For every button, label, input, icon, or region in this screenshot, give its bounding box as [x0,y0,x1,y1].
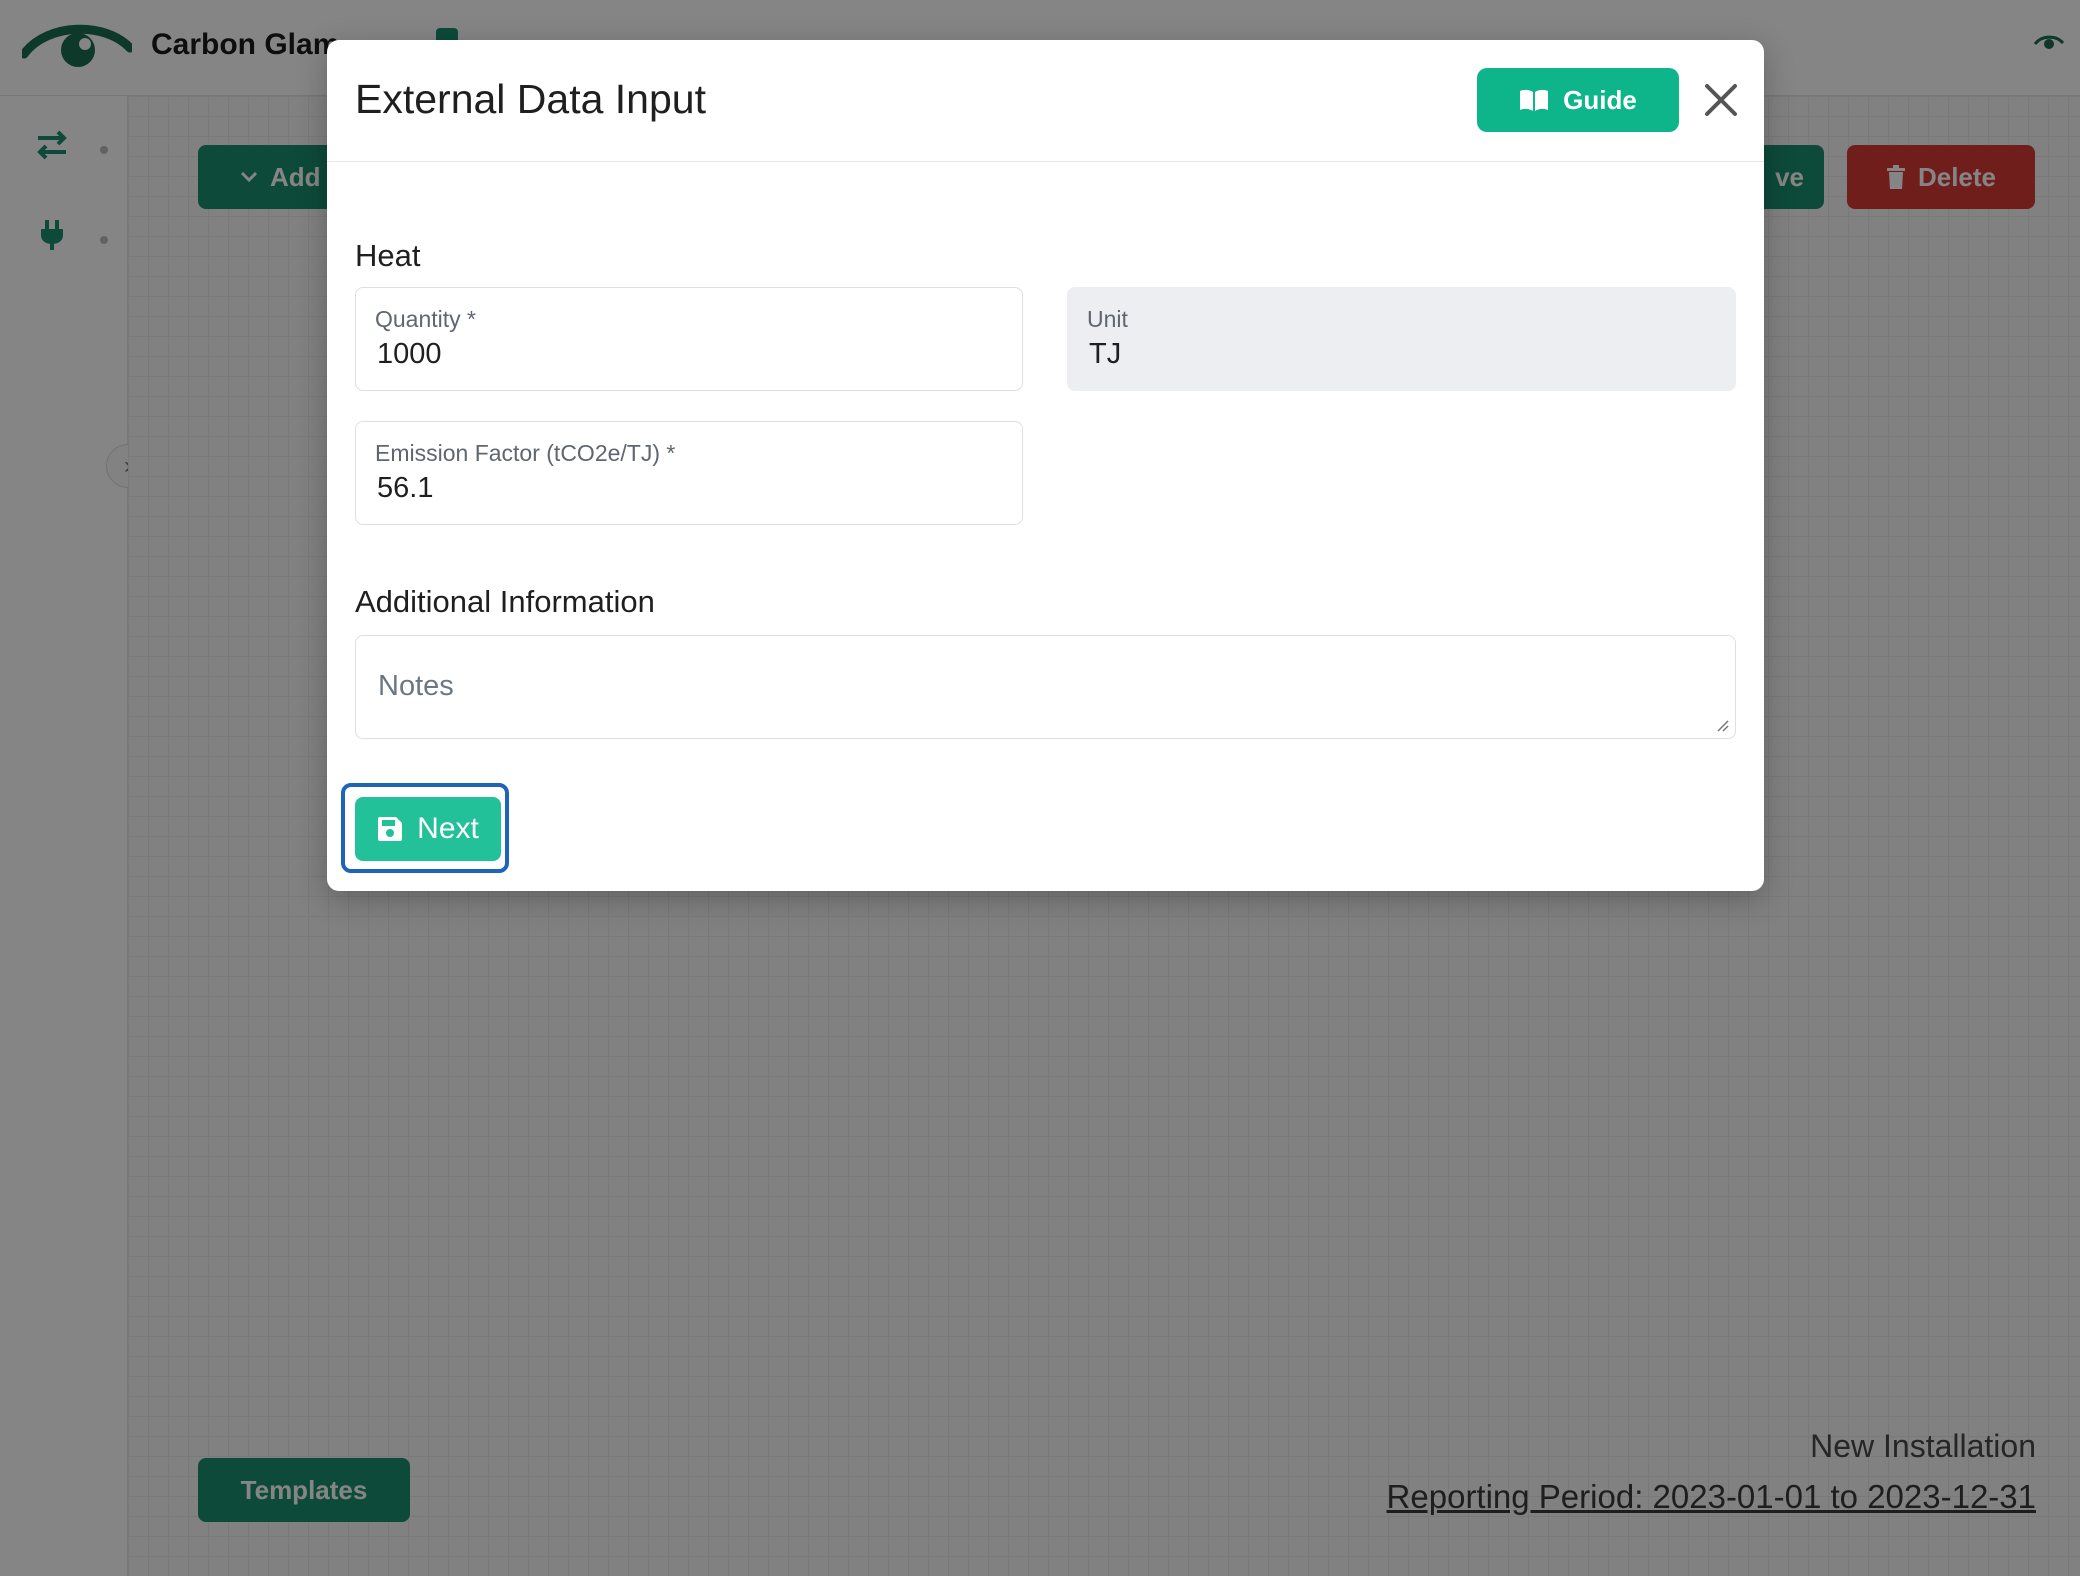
unit-field: Unit TJ [1067,287,1736,391]
next-button-label: Next [417,812,479,845]
modal-title: External Data Input [355,76,706,122]
quantity-field[interactable]: Quantity * 1000 [355,287,1023,391]
quantity-value[interactable]: 1000 [377,338,442,371]
additional-information-title: Additional Information [355,584,655,619]
guide-button[interactable]: Guide [1477,68,1679,132]
emission-factor-label: Emission Factor (tCO2e/TJ) * [375,440,676,466]
heat-section-title: Heat [355,238,421,273]
quantity-label: Quantity * [375,306,476,332]
modal-header: External Data Input Guide [327,40,1764,162]
notes-placeholder: Notes [378,670,454,702]
emission-factor-value[interactable]: 56.1 [377,472,433,505]
close-icon[interactable] [1701,80,1741,120]
unit-value: TJ [1089,338,1122,370]
next-button[interactable]: Next [355,797,501,861]
emission-factor-field[interactable]: Emission Factor (tCO2e/TJ) * 56.1 [355,421,1023,525]
book-icon [1520,89,1549,111]
guide-button-label: Guide [1563,84,1637,115]
unit-label: Unit [1087,306,1128,332]
floppy-disk-icon [378,817,403,841]
resize-grip-icon[interactable] [1713,716,1729,732]
external-data-modal: External Data Input Guide Heat Quantity … [327,40,1764,891]
notes-textarea[interactable]: Notes [355,635,1736,739]
app-root: Carbon Glam › Add ve [0,0,2080,1576]
